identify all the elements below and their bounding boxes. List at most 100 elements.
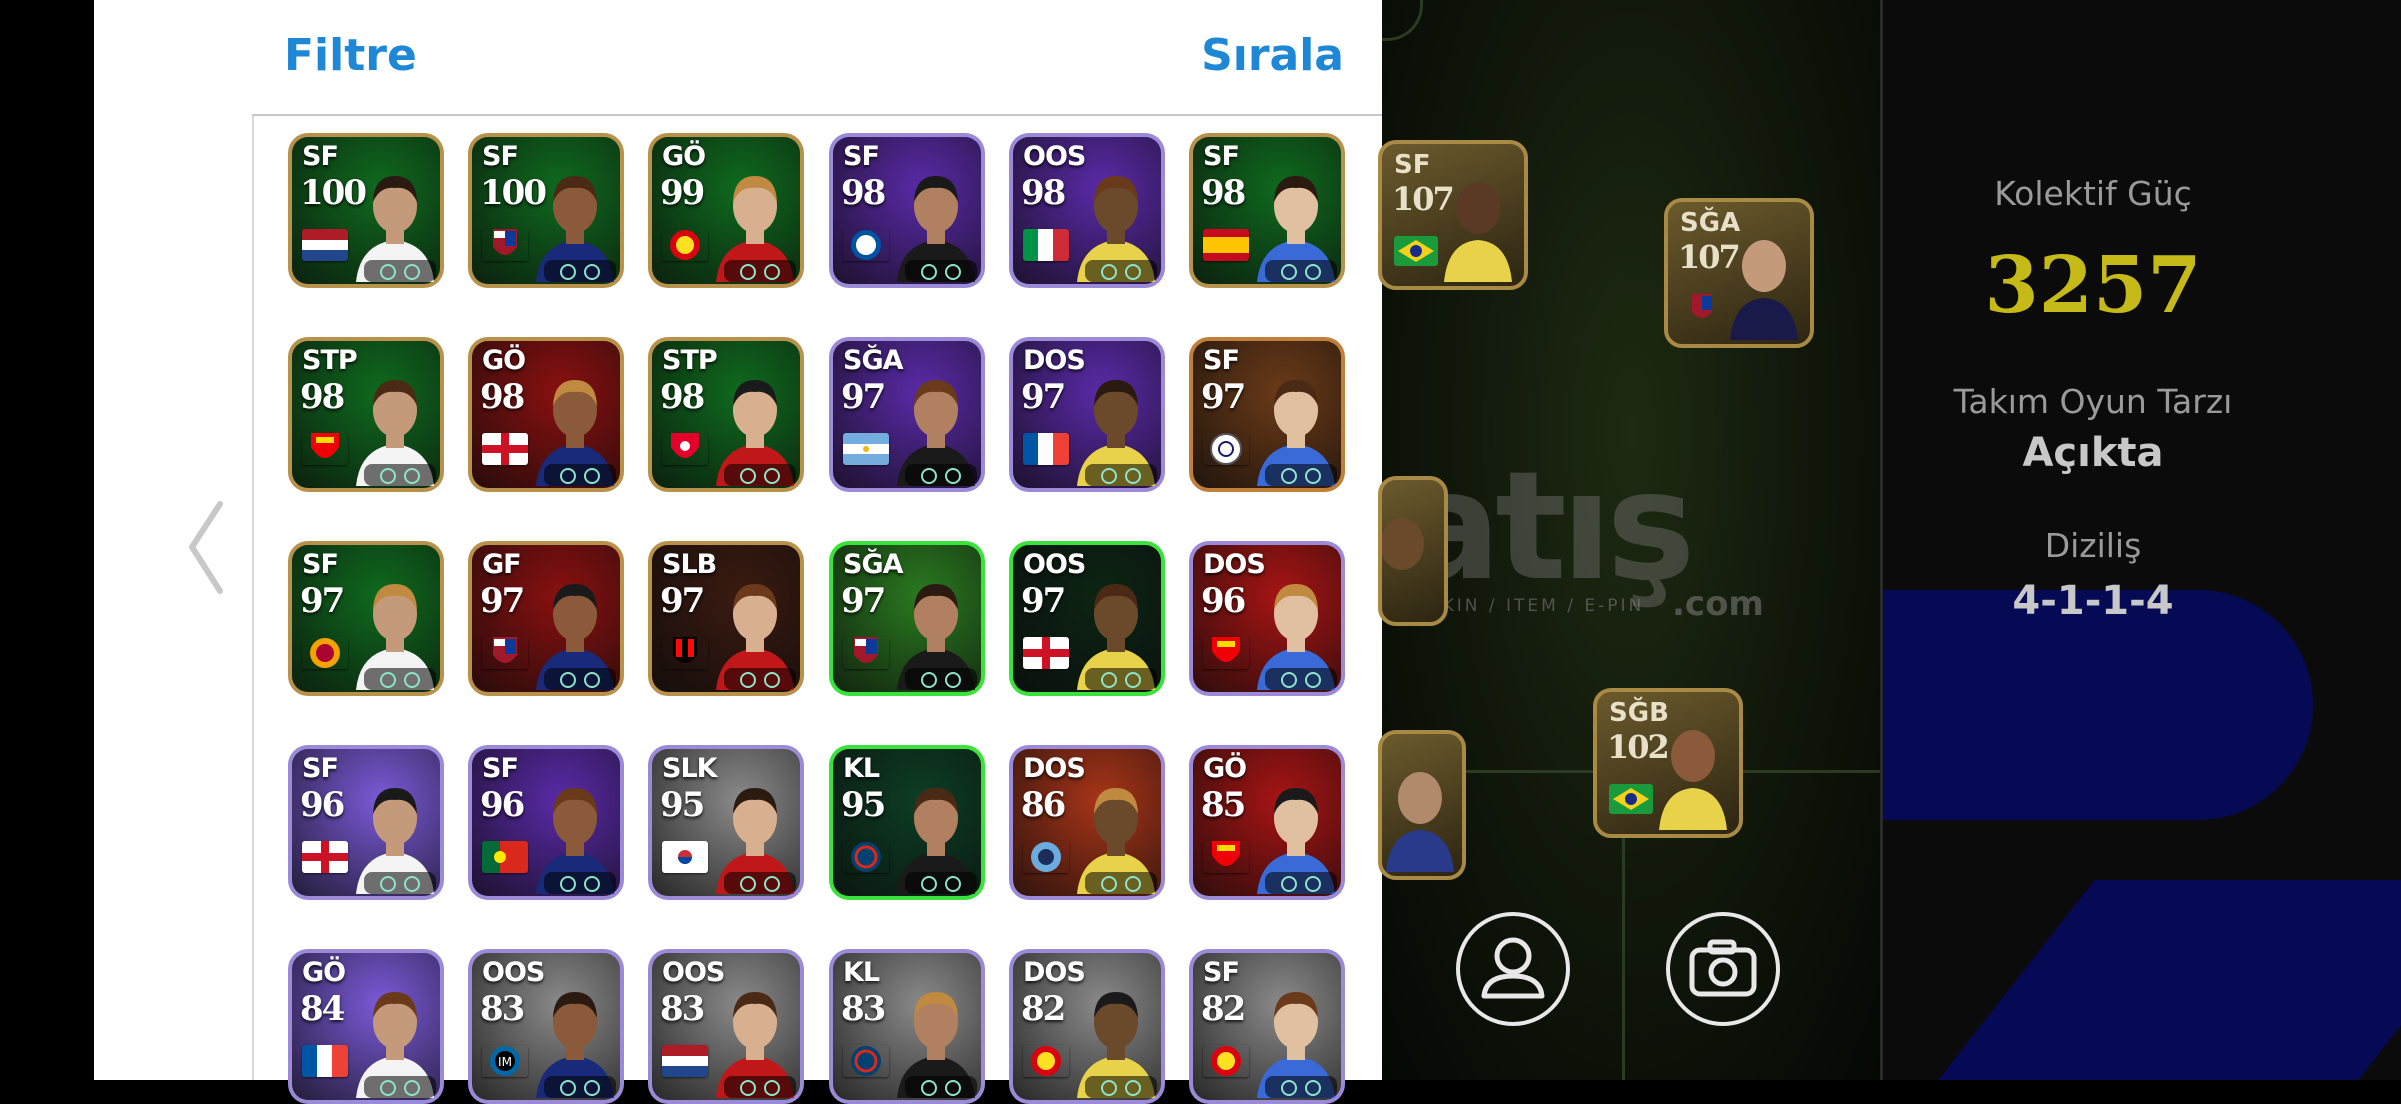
card-position: SF (302, 141, 339, 172)
france-flag-icon (1023, 433, 1069, 465)
pitch-player-card[interactable]: SĞA 107 (1664, 198, 1814, 348)
skill-icons (544, 668, 616, 690)
player-card[interactable]: SĞA 97 (829, 541, 985, 696)
player-portrait-icon (1444, 182, 1512, 282)
player-card[interactable]: OOS 83 IM (468, 949, 624, 1104)
player-card[interactable]: SF 97 (288, 541, 444, 696)
player-card[interactable]: SLB 97 (648, 541, 804, 696)
card-position: DOS (1023, 345, 1086, 376)
skill-icons (1085, 1076, 1157, 1098)
player-card[interactable]: DOS 82 (1009, 949, 1165, 1104)
player-card[interactable]: SF 98 (1189, 133, 1345, 288)
player-card[interactable]: KL 95 (829, 745, 985, 900)
skill-icons (905, 668, 977, 690)
france-flag-icon (302, 1045, 348, 1077)
galatasaray-flag-icon (310, 638, 340, 668)
card-position: DOS (1203, 549, 1266, 580)
skill-icons (544, 260, 616, 282)
player-card[interactable]: STP 98 (288, 337, 444, 492)
inter-flag-icon: IM (490, 1046, 520, 1076)
player-card[interactable]: GÖ 84 (288, 949, 444, 1104)
card-position: SLK (662, 753, 718, 784)
skill-icons (724, 260, 796, 282)
player-card[interactable]: SF 96 (468, 745, 624, 900)
pitch-player-card[interactable] (1378, 476, 1448, 626)
card-position: SF (1203, 957, 1240, 988)
skill-icons (364, 464, 436, 486)
skill-icons (1265, 464, 1337, 486)
card-rating: 97 (1021, 377, 1066, 417)
player-card[interactable]: OOS 97 (1009, 541, 1165, 696)
card-rating: 83 (480, 989, 525, 1029)
card-position: KL (843, 753, 880, 784)
card-rating: 82 (1021, 989, 1066, 1029)
player-portrait-icon (1730, 240, 1798, 340)
skill-icons (724, 464, 796, 486)
power-label: Kolektif Güç (1994, 174, 2192, 213)
player-card[interactable]: GF 97 (468, 541, 624, 696)
card-rating: 85 (1201, 785, 1246, 825)
player-card[interactable]: SĞA 97 (829, 337, 985, 492)
arsenal-flag-icon (1212, 637, 1240, 662)
player-card[interactable]: SF 98 (829, 133, 985, 288)
style-label: Takım Oyun Tarzı (1953, 382, 2233, 421)
skill-icons (1085, 260, 1157, 282)
card-position: SF (302, 549, 339, 580)
player-card[interactable]: SF 100 (468, 133, 624, 288)
player-card[interactable]: OOS 83 (648, 949, 804, 1104)
skill-icons (544, 1076, 616, 1098)
player-card[interactable]: GÖ 98 (468, 337, 624, 492)
decor-shape (1883, 590, 2313, 820)
card-position: OOS (662, 957, 725, 988)
filter-button[interactable]: Filtre (284, 30, 417, 81)
card-position: SF (302, 753, 339, 784)
player-card[interactable]: SF 97 (1189, 337, 1345, 492)
card-rating: 97 (1021, 581, 1066, 621)
card-rating: 86 (1021, 785, 1066, 825)
watermark-domain: .com (1672, 584, 1764, 624)
player-portrait-icon (1659, 730, 1727, 830)
player-card[interactable]: SF 96 (288, 745, 444, 900)
skill-icons (364, 1076, 436, 1098)
pitch-player-card[interactable] (1378, 730, 1466, 880)
card-rating: 98 (660, 377, 705, 417)
card-rating: 100 (480, 173, 547, 213)
player-card[interactable]: GÖ 99 (648, 133, 804, 288)
pitch-player-card[interactable]: SĞB 102 (1593, 688, 1743, 838)
card-position: SF (1203, 141, 1240, 172)
profile-button[interactable] (1456, 912, 1570, 1026)
england-flag-icon (482, 433, 528, 465)
camera-button[interactable] (1666, 912, 1780, 1026)
skill-icons (544, 872, 616, 894)
skill-icons (1085, 464, 1157, 486)
pitch-arc (1382, 0, 1423, 41)
netherlands-flag-icon (302, 229, 348, 261)
card-rating: 99 (660, 173, 705, 213)
player-card[interactable]: GÖ 85 (1189, 745, 1345, 900)
card-rating: 97 (1201, 377, 1246, 417)
player-card[interactable]: STP 98 (648, 337, 804, 492)
card-position: KL (843, 957, 880, 988)
mancity-flag-icon (1031, 842, 1061, 872)
player-card[interactable]: DOS 86 (1009, 745, 1165, 900)
camera-icon (1689, 939, 1757, 997)
card-position: GÖ (662, 141, 706, 172)
card-position: GF (482, 549, 522, 580)
pitch-player-card[interactable]: SF 107 (1378, 140, 1528, 290)
psg-flag-icon (851, 1046, 881, 1076)
skill-icons (1265, 872, 1337, 894)
player-card[interactable]: SF 100 (288, 133, 444, 288)
card-position: SF (482, 753, 519, 784)
player-card[interactable]: SF 82 (1189, 949, 1345, 1104)
player-card[interactable]: OOS 98 (1009, 133, 1165, 288)
player-card[interactable]: DOS 96 (1189, 541, 1345, 696)
player-card[interactable]: SLK 95 (648, 745, 804, 900)
milan-flag-icon (673, 637, 697, 663)
card-rating: 97 (841, 581, 886, 621)
chevron-left-icon[interactable] (186, 500, 226, 595)
card-rating: 82 (1201, 989, 1246, 1029)
player-card[interactable]: KL 83 (829, 949, 985, 1104)
panel-header: Filtre Sırala (252, 0, 1382, 116)
player-card[interactable]: DOS 97 (1009, 337, 1165, 492)
sort-button[interactable]: Sırala (1201, 30, 1344, 81)
